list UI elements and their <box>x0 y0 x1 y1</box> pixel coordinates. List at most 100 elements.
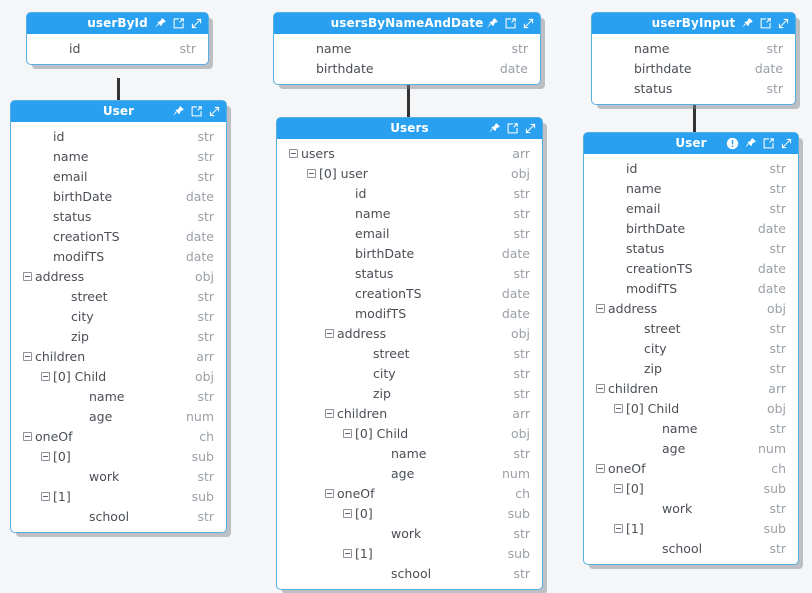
panel-header[interactable]: User <box>584 133 798 154</box>
panel-header[interactable]: userByInput <box>592 13 795 34</box>
field-row[interactable]: age num <box>11 406 226 426</box>
field-row[interactable]: modifTS date <box>11 246 226 266</box>
field-row[interactable]: city str <box>584 338 798 358</box>
collapse-toggle-icon[interactable] <box>325 488 334 498</box>
field-row[interactable]: birthDate date <box>584 218 798 238</box>
collapse-toggle-icon[interactable] <box>23 351 32 361</box>
expand-icon[interactable] <box>190 17 203 30</box>
field-row[interactable]: email str <box>584 198 798 218</box>
field-row[interactable]: status str <box>277 263 542 283</box>
field-row[interactable]: birthDate date <box>11 186 226 206</box>
field-row[interactable]: creationTS date <box>11 226 226 246</box>
field-row[interactable]: oneOf ch <box>584 458 798 478</box>
field-row[interactable]: modifTS date <box>584 278 798 298</box>
schema-panel[interactable]: userById id str <box>26 12 209 65</box>
collapse-toggle-icon[interactable] <box>343 548 352 558</box>
field-row[interactable]: [0] sub <box>11 446 226 466</box>
pin-icon[interactable] <box>741 17 754 30</box>
field-row[interactable]: [0] sub <box>584 478 798 498</box>
collapse-toggle-icon[interactable] <box>343 428 352 438</box>
field-row[interactable]: oneOf ch <box>277 483 542 503</box>
collapse-toggle-icon[interactable] <box>23 271 32 281</box>
field-row[interactable]: birthDate date <box>277 243 542 263</box>
field-row[interactable]: name str <box>584 418 798 438</box>
collapse-toggle-icon[interactable] <box>596 383 605 393</box>
field-row[interactable]: name str <box>584 178 798 198</box>
pin-icon[interactable] <box>744 137 757 150</box>
field-row[interactable]: status str <box>11 206 226 226</box>
field-row[interactable]: status str <box>592 78 795 98</box>
field-row[interactable]: name str <box>592 38 795 58</box>
open-in-new-icon[interactable] <box>506 122 519 135</box>
field-row[interactable]: id str <box>27 38 208 58</box>
collapse-toggle-icon[interactable] <box>307 168 316 178</box>
field-row[interactable]: birthdate date <box>592 58 795 78</box>
field-row[interactable]: status str <box>584 238 798 258</box>
expand-icon[interactable] <box>524 122 537 135</box>
field-row[interactable]: street str <box>277 343 542 363</box>
panel-header[interactable]: usersByNameAndDate <box>274 13 540 34</box>
field-row[interactable]: [0] Child obj <box>11 366 226 386</box>
field-row[interactable]: street str <box>584 318 798 338</box>
expand-icon[interactable] <box>522 17 535 30</box>
field-row[interactable]: name str <box>277 443 542 463</box>
panel-header[interactable]: Users <box>277 118 542 139</box>
collapse-toggle-icon[interactable] <box>325 408 334 418</box>
field-row[interactable]: name str <box>11 146 226 166</box>
field-row[interactable]: [1] sub <box>277 543 542 563</box>
expand-icon[interactable] <box>777 17 790 30</box>
collapse-toggle-icon[interactable] <box>343 508 352 518</box>
collapse-toggle-icon[interactable] <box>596 463 605 473</box>
field-row[interactable]: school str <box>584 538 798 558</box>
expand-icon[interactable] <box>208 105 221 118</box>
field-row[interactable]: birthdate date <box>274 58 540 78</box>
field-row[interactable]: [0] sub <box>277 503 542 523</box>
field-row[interactable]: work str <box>277 523 542 543</box>
field-row[interactable]: id str <box>11 126 226 146</box>
field-row[interactable]: work str <box>584 498 798 518</box>
field-row[interactable]: age num <box>277 463 542 483</box>
field-row[interactable]: address obj <box>584 298 798 318</box>
field-row[interactable]: oneOf ch <box>11 426 226 446</box>
collapse-toggle-icon[interactable] <box>41 371 50 381</box>
field-row[interactable]: work str <box>11 466 226 486</box>
collapse-toggle-icon[interactable] <box>41 451 50 461</box>
collapse-toggle-icon[interactable] <box>614 403 623 413</box>
field-row[interactable]: id str <box>584 158 798 178</box>
collapse-toggle-icon[interactable] <box>614 523 623 533</box>
field-row[interactable]: city str <box>11 306 226 326</box>
schema-panel[interactable]: usersByNameAndDate name str birthdate date <box>273 12 541 85</box>
field-row[interactable]: city str <box>277 363 542 383</box>
field-row[interactable]: creationTS date <box>277 283 542 303</box>
pin-icon[interactable] <box>154 17 167 30</box>
field-row[interactable]: street str <box>11 286 226 306</box>
field-row[interactable]: children arr <box>584 378 798 398</box>
collapse-toggle-icon[interactable] <box>41 491 50 501</box>
field-row[interactable]: [1] sub <box>584 518 798 538</box>
field-row[interactable]: [1] sub <box>11 486 226 506</box>
collapse-toggle-icon[interactable] <box>325 328 334 338</box>
schema-panel[interactable]: userByInput name str birthdate date status str <box>591 12 796 105</box>
field-row[interactable]: name str <box>274 38 540 58</box>
field-row[interactable]: modifTS date <box>277 303 542 323</box>
collapse-toggle-icon[interactable] <box>596 303 605 313</box>
collapse-toggle-icon[interactable] <box>614 483 623 493</box>
field-row[interactable]: [0] user obj <box>277 163 542 183</box>
field-row[interactable]: zip str <box>584 358 798 378</box>
field-row[interactable]: school str <box>277 563 542 583</box>
field-row[interactable]: zip str <box>277 383 542 403</box>
field-row[interactable]: [0] Child obj <box>277 423 542 443</box>
warning-icon[interactable] <box>726 137 739 150</box>
field-row[interactable]: school str <box>11 506 226 526</box>
field-row[interactable]: children arr <box>11 346 226 366</box>
schema-panel[interactable]: Users users arr [0] user obj id str name str emai… <box>276 117 543 590</box>
field-row[interactable]: creationTS date <box>584 258 798 278</box>
field-row[interactable]: name str <box>277 203 542 223</box>
open-in-new-icon[interactable] <box>190 105 203 118</box>
open-in-new-icon[interactable] <box>504 17 517 30</box>
field-row[interactable]: children arr <box>277 403 542 423</box>
open-in-new-icon[interactable] <box>762 137 775 150</box>
open-in-new-icon[interactable] <box>172 17 185 30</box>
schema-panel[interactable]: User id str name str email str birthDate date sta… <box>10 100 227 533</box>
field-row[interactable]: email str <box>277 223 542 243</box>
